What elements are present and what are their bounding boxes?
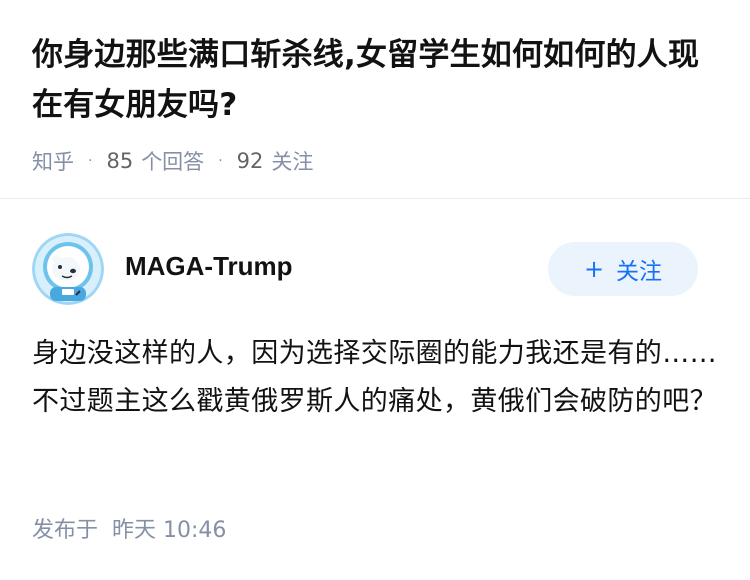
follower-count: 92 bbox=[236, 149, 264, 173]
publish-time: 昨天 10:46 bbox=[112, 518, 227, 543]
author-row: MAGA-Trump + 关注 bbox=[0, 199, 750, 309]
answer-card: MAGA-Trump + 关注 身边没这样的人，因为选择交际圈的能力我还是有的…… bbox=[0, 199, 750, 543]
follow-button-label: 关注 bbox=[616, 259, 663, 285]
publish-label: 发布于 bbox=[32, 518, 99, 543]
question-title[interactable]: 你身边那些满口斩杀线,女留学生如何如何的人现在有女朋友吗? bbox=[32, 30, 716, 130]
question-meta: 知乎 · 85 个回答 · 92 关注 bbox=[32, 146, 716, 176]
separator-dot: · bbox=[88, 153, 93, 169]
avatar[interactable] bbox=[32, 233, 104, 305]
publish-info: 发布于 昨天 10:46 bbox=[32, 512, 226, 544]
answer-content[interactable]: 身边没这样的人，因为选择交际圈的能力我还是有的……不过题主这么戳黄俄罗斯人的痛处… bbox=[32, 330, 722, 426]
author-name[interactable]: MAGA-Trump bbox=[125, 251, 293, 282]
separator-dot: · bbox=[218, 153, 223, 169]
question-header: 你身边那些满口斩杀线,女留学生如何如何的人现在有女朋友吗? 知乎 · 85 个回… bbox=[0, 0, 750, 176]
plus-icon: + bbox=[583, 255, 605, 283]
answer-count: 85 bbox=[106, 149, 134, 173]
follow-button[interactable]: + 关注 bbox=[548, 242, 698, 296]
answer-count-label: 个回答 bbox=[141, 150, 205, 174]
follower-count-label: 关注 bbox=[271, 150, 314, 174]
source-label[interactable]: 知乎 bbox=[32, 146, 74, 176]
